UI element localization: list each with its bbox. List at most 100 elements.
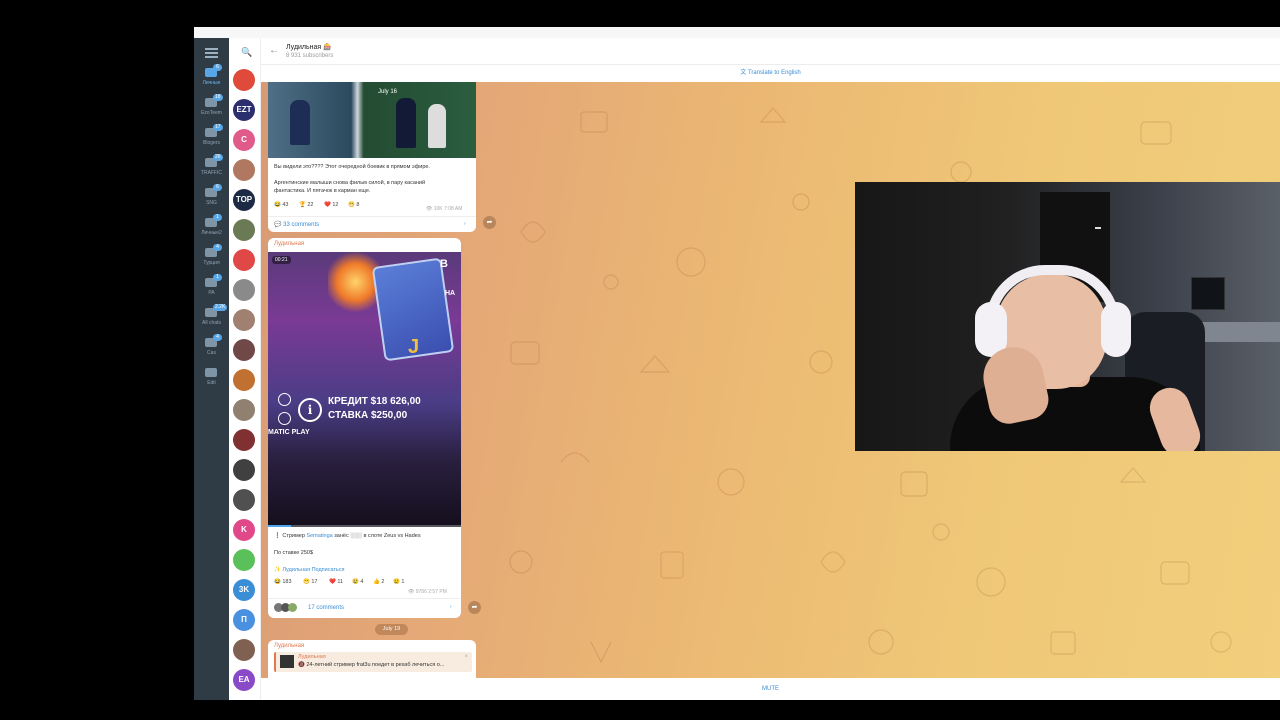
post-photo[interactable]: July 16 (268, 82, 476, 158)
chat-avatar[interactable] (233, 399, 255, 421)
unread-badge: 1 (213, 214, 222, 221)
post-text: фантастика. И пятачок в карман еще. (274, 188, 371, 194)
chat-avatar[interactable]: C (233, 129, 255, 151)
folder-label: PA (208, 290, 215, 296)
view-count: 👁 9786 2:57 PM (408, 589, 447, 595)
chat-avatar[interactable] (233, 309, 255, 331)
post-message-3[interactable]: Лудильная Лудильная 🔞 24-летний стример … (268, 640, 476, 678)
settings-circle-icon (278, 393, 291, 406)
folder-tab[interactable]: 1 PA (194, 274, 229, 302)
folder-tab[interactable]: 17 Blogers (194, 124, 229, 152)
unread-badge: 26 (213, 154, 223, 161)
folder-tab[interactable]: 2.2K All chats (194, 304, 229, 332)
folder-label: TRAFFIC (200, 170, 223, 176)
video-provider-text: MATIC PLAY (268, 429, 310, 436)
post-text: Аргентинские малыши снова фильм силой, в… (274, 180, 426, 186)
reaction-chip[interactable]: 😁 8 (348, 202, 359, 208)
reply-preview[interactable]: Лудильная 🔞 24-летний стример frat3u пое… (274, 652, 472, 672)
post-message-1[interactable]: July 16 Вы видели это???? Этот очередной… (268, 82, 476, 232)
reaction-chip[interactable]: 😢 1 (393, 579, 404, 585)
video-progress-bar[interactable] (268, 525, 461, 527)
chat-avatar[interactable] (233, 549, 255, 571)
video-credit-text: КРЕДИТ $18 626,00 (328, 396, 421, 407)
folder-tab[interactable]: 4 Турция (194, 244, 229, 272)
chevron-right-icon: › (464, 221, 466, 227)
info-icon: i (298, 398, 322, 422)
reaction-chip[interactable]: ❤️ 12 (324, 202, 339, 208)
webcam-background-monitor (1191, 277, 1225, 310)
folder-label: Blogers (203, 140, 220, 146)
search-icon[interactable]: 🔍 (241, 47, 252, 58)
hamburger-menu-icon[interactable] (205, 48, 218, 58)
folder-label: SNG (206, 200, 217, 206)
reaction-chip[interactable]: 🏆 22 (299, 202, 314, 208)
folder-tab[interactable]: 1 Личные2 (194, 214, 229, 242)
chat-avatar[interactable] (233, 429, 255, 451)
channel-name[interactable]: Лудильная (274, 241, 304, 247)
chat-list: 🔍 EZT C TOP K 3K П EA (229, 38, 261, 700)
reaction-chip[interactable]: 😁 17 (303, 579, 318, 585)
reaction-chip[interactable]: 😂 43 (274, 202, 289, 208)
divider (268, 216, 476, 217)
video-duration: 00:21 (272, 256, 291, 264)
date-separator: July 19 (375, 624, 408, 635)
chat-avatar[interactable]: TOP (233, 189, 255, 211)
chat-avatar[interactable] (233, 489, 255, 511)
chat-avatar[interactable] (233, 639, 255, 661)
mute-label: MUTE (762, 686, 779, 692)
reaction-chip[interactable]: 😢 4 (352, 579, 363, 585)
reaction-chip[interactable]: ❤️ 11 (329, 579, 343, 585)
close-icon[interactable]: × (464, 654, 468, 660)
folder-rail: 6 Личные 18 EzoTeem 17 Blogers 26 TRAFFIC 6 SNG 1 Л… (194, 38, 229, 700)
webcam-overlay (855, 182, 1280, 451)
chat-avatar[interactable] (233, 459, 255, 481)
post-message-2[interactable]: Лудильная B НА J 00:21 i КРЕДИТ $18 626,… (268, 238, 461, 618)
photo-date-label: July 16 (378, 89, 398, 95)
reaction-chip[interactable]: 👍 2 (373, 579, 384, 585)
folder-label: Личные (202, 80, 221, 86)
comments-link[interactable]: 17 comments (308, 605, 344, 611)
unread-badge: 2.2K (213, 304, 228, 311)
folder-label: Турция (203, 260, 220, 266)
reaction-chip[interactable]: 😂 183 (274, 579, 292, 585)
folder-tab[interactable]: 18 EzoTeem (194, 94, 229, 122)
chat-avatar[interactable] (233, 279, 255, 301)
folder-tab[interactable]: 6 Личные (194, 64, 229, 92)
unread-badge: 4 (213, 244, 222, 251)
translate-button[interactable]: 文 Translate to English (261, 65, 1280, 82)
chat-avatar[interactable] (233, 219, 255, 241)
back-arrow-icon[interactable]: ← (269, 45, 279, 56)
folder-tab[interactable]: 6 SNG (194, 184, 229, 212)
chat-avatar[interactable] (233, 159, 255, 181)
forward-icon[interactable]: ➦ (468, 601, 481, 614)
subscribe-link[interactable]: ✨ Лудильная Подписаться (274, 567, 345, 573)
post-text: По ставке 250$ (274, 550, 314, 556)
comments-link[interactable]: 💬 33 comments (274, 221, 319, 228)
folder-tab[interactable]: Edit (194, 364, 229, 392)
streamer-link[interactable]: Sematinga (306, 533, 332, 539)
chat-avatar[interactable] (233, 249, 255, 271)
translate-icon: 文 (740, 70, 747, 76)
forward-icon[interactable]: ➦ (483, 216, 496, 229)
folder-tab[interactable]: 4 Cas (194, 334, 229, 362)
chat-header: ← Лудильная 🎰 8 931 subscribers (261, 38, 1280, 65)
chat-avatar[interactable]: EZT (233, 99, 255, 121)
chat-avatar[interactable] (233, 369, 255, 391)
chat-avatar[interactable]: K (233, 519, 255, 541)
unread-badge: 18 (213, 94, 223, 101)
webcam-background-light (1095, 227, 1101, 229)
folder-tab[interactable]: 26 TRAFFIC (194, 154, 229, 182)
mute-button[interactable]: MUTE (261, 678, 1280, 700)
chat-avatar[interactable]: П (233, 609, 255, 631)
divider (268, 598, 461, 599)
chat-avatar[interactable] (233, 339, 255, 361)
player-figure (396, 98, 416, 148)
player-figure (428, 104, 446, 148)
chat-avatar[interactable] (233, 69, 255, 91)
channel-name[interactable]: Лудильная (274, 643, 304, 649)
chat-avatar[interactable]: EA (233, 669, 255, 691)
folder-label: All chats (202, 320, 221, 326)
chat-avatar[interactable]: 3K (233, 579, 255, 601)
video-player[interactable]: B НА J 00:21 i КРЕДИТ $18 626,00 СТАВКА … (268, 252, 461, 527)
channel-title[interactable]: Лудильная 🎰 (286, 43, 332, 51)
